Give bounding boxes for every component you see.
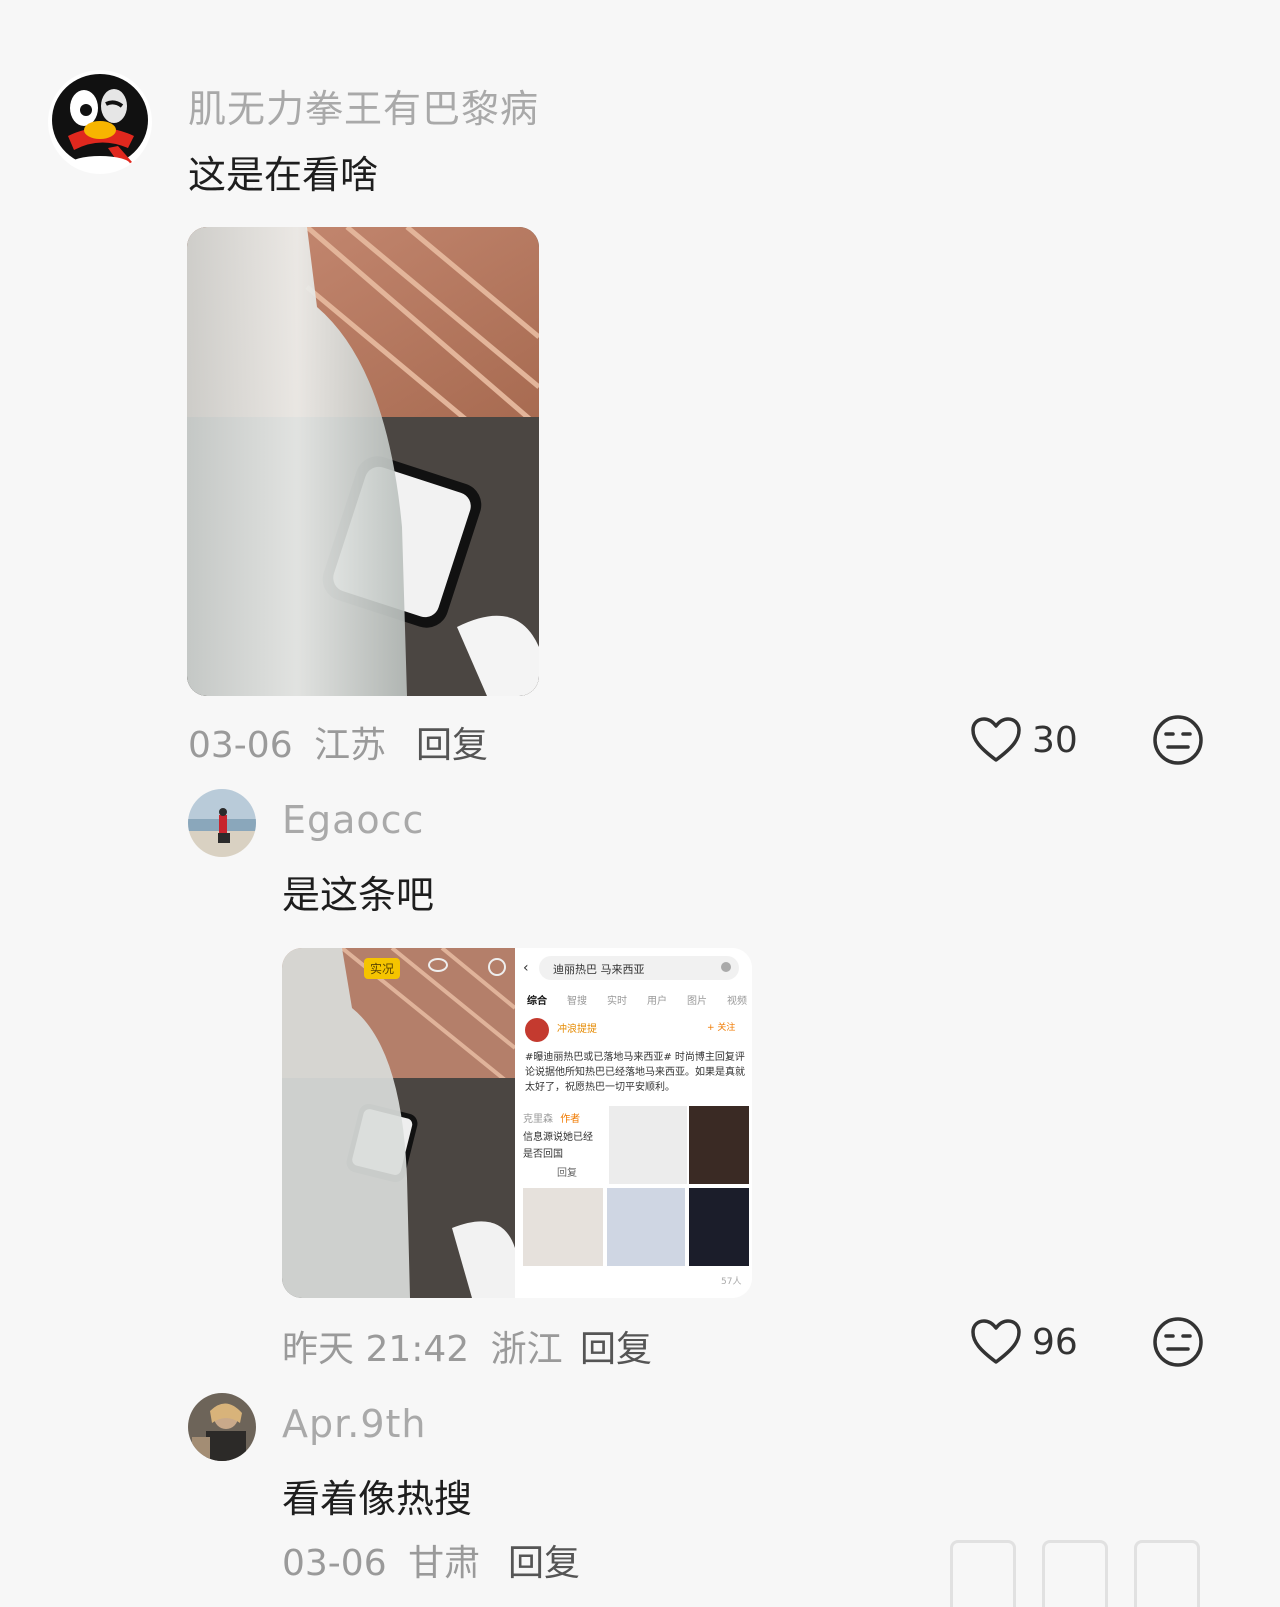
eye-icon (428, 958, 448, 972)
comment-image[interactable]: 实况 ‹ 迪丽热巴 马来西亚 综合 智搜 实时 用户 图片 视频 冲浪提提 + … (282, 948, 752, 1298)
comment-time: 03-06 (282, 1543, 387, 1584)
comment-time: 03-06 (188, 725, 293, 766)
comment-location: 浙江 (490, 1329, 563, 1370)
thumb (689, 1188, 749, 1266)
side-reply: 回复 (557, 1168, 577, 1179)
like-button[interactable]: 30 (970, 716, 1078, 764)
search-bar: 迪丽热巴 马来西亚 (539, 956, 739, 980)
back-icon: ‹ (523, 960, 529, 976)
heart-icon (971, 1319, 1021, 1364)
comment-text: 是这条吧 (282, 873, 435, 917)
comment-username[interactable]: Apr.9th (282, 1402, 427, 1446)
thumb (523, 1188, 603, 1266)
person-photo-avatar (188, 1393, 256, 1461)
comment-text: 看着像热搜 (282, 1477, 473, 1521)
like-count: 96 (1032, 1321, 1078, 1363)
comment-username[interactable]: 肌无力拳王有巴黎病 (188, 78, 539, 133)
thumb (689, 1106, 749, 1184)
like-button[interactable]: 96 (970, 1318, 1078, 1366)
avatar[interactable] (188, 789, 256, 857)
search-tabs: 综合 智搜 实时 用户 图片 视频 (527, 996, 747, 1007)
avatar[interactable] (188, 1393, 256, 1461)
reply-button[interactable]: 回复 (416, 716, 488, 768)
view-count: 57人 (721, 1277, 742, 1287)
thumb (607, 1188, 685, 1266)
post-text: #曝迪丽热巴或已落地马来西亚# 时尚博主回复评论说据他所知热巴已经落地马来西亚。… (525, 1052, 745, 1093)
thumb (609, 1106, 687, 1184)
follow-button: + 关注 (707, 1023, 736, 1033)
qq-penguin-icon (52, 74, 148, 172)
avatar[interactable] (48, 70, 152, 174)
dislike-button[interactable] (1152, 714, 1204, 770)
meh-face-icon (1153, 715, 1203, 765)
comment-text: 这是在看啥 (188, 153, 379, 197)
side-line: 信息源说她已经 (523, 1132, 593, 1143)
post-author: 冲浪提提 (557, 1024, 597, 1035)
reply-button[interactable]: 回复 (508, 1534, 580, 1586)
dislike-button[interactable] (1152, 1316, 1204, 1372)
comment-location: 甘肃 (408, 1543, 481, 1584)
clear-icon (721, 962, 731, 972)
comment-username[interactable]: Egaocc (282, 798, 424, 842)
restaurant-photo (282, 948, 515, 1298)
beach-photo-avatar (188, 789, 256, 857)
meh-face-icon (1153, 1317, 1203, 1367)
heart-icon (971, 717, 1021, 762)
like-count: 30 (1032, 719, 1078, 761)
partial-icons (950, 1540, 1240, 1607)
comment-meta: 03-06 甘肃 (282, 1534, 480, 1586)
live-badge: 实况 (364, 958, 401, 979)
comment-meta: 03-06 江苏 (188, 716, 386, 768)
comment-location: 江苏 (314, 725, 387, 766)
comment-meta: 昨天 21:42 浙江 (282, 1320, 563, 1372)
comment-image[interactable] (187, 227, 539, 696)
more-icon (488, 958, 506, 976)
reply-button[interactable]: 回复 (580, 1320, 652, 1372)
post-avatar (525, 1018, 549, 1042)
comment-time: 昨天 21:42 (282, 1329, 470, 1370)
side-line: 是否回国 (523, 1149, 563, 1160)
restaurant-photo (187, 227, 539, 696)
side-author: 克里森 作者 (523, 1114, 581, 1125)
